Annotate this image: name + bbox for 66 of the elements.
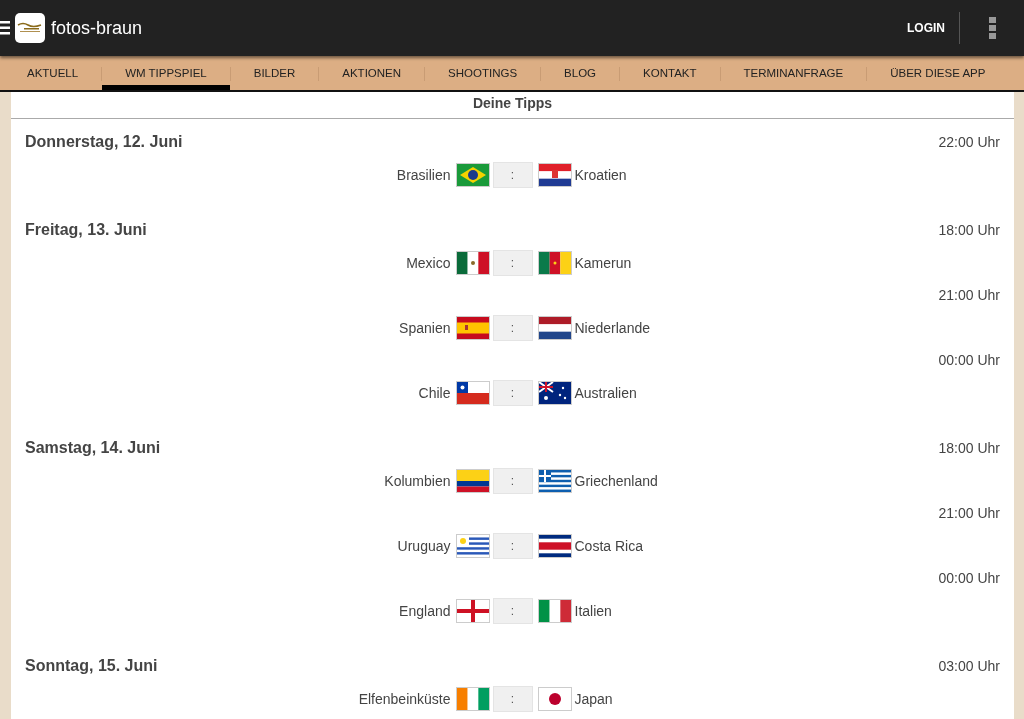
app-title: fotos-braun	[51, 17, 143, 39]
match-time: 21:00 Uhr	[938, 505, 1000, 521]
nav-tab[interactable]: ÜBER DIESE APP	[867, 56, 1009, 90]
nav-tab[interactable]: AKTIONEN	[319, 56, 425, 90]
flag-icon	[537, 534, 572, 558]
flag-icon	[537, 163, 572, 187]
flag-icon	[537, 251, 572, 275]
team-name: England	[399, 603, 451, 619]
team-name: Griechenland	[574, 473, 658, 489]
match-time: 00:00 Uhr	[938, 570, 1000, 586]
score-field[interactable]: :	[492, 598, 533, 624]
logo-icon	[15, 13, 45, 43]
team-name: Niederlande	[574, 320, 650, 336]
team-name: Italien	[574, 603, 612, 619]
score-field[interactable]: :	[492, 533, 533, 559]
team-name: Uruguay	[397, 538, 451, 554]
nav-tab[interactable]: KONTAKT	[620, 56, 720, 90]
score-field[interactable]: :	[492, 380, 533, 406]
flag-icon	[537, 381, 572, 405]
flag-icon	[455, 469, 490, 493]
match-date: Sonntag, 15. Juni	[25, 657, 158, 675]
panel-title: Deine Tipps	[11, 92, 1014, 119]
team-name: Spanien	[399, 320, 451, 336]
team-name: Mexico	[406, 255, 451, 271]
flag-icon	[455, 251, 490, 275]
score-field[interactable]: :	[492, 250, 533, 276]
flag-icon	[455, 599, 490, 623]
team-name: Australien	[574, 385, 637, 401]
score-field[interactable]: :	[492, 162, 533, 188]
match-time: 21:00 Uhr	[938, 287, 1000, 303]
flag-icon	[455, 163, 490, 187]
match-date: Freitag, 13. Juni	[25, 221, 147, 239]
score-field[interactable]: :	[492, 686, 533, 712]
match-time: 22:00 Uhr	[938, 134, 1000, 150]
nav-tab[interactable]: AKTUELL	[4, 56, 102, 90]
flag-icon	[455, 687, 490, 711]
flag-icon	[537, 316, 572, 340]
flag-icon	[455, 534, 490, 558]
flag-icon	[537, 687, 572, 711]
team-name: Costa Rica	[574, 538, 643, 554]
match-time: 00:00 Uhr	[938, 352, 1000, 368]
nav-tab[interactable]: BILDER	[230, 56, 319, 90]
menu-icon[interactable]	[0, 21, 10, 35]
score-field[interactable]: :	[492, 468, 533, 494]
match-time: 03:00 Uhr	[938, 658, 1000, 674]
team-name: Elfenbeinküste	[358, 691, 451, 707]
score-field[interactable]: :	[492, 315, 533, 341]
nav-tab[interactable]: TERMINANFRAGE	[720, 56, 867, 90]
match-date: Samstag, 14. Juni	[25, 439, 161, 457]
team-name: Japan	[574, 691, 613, 707]
login-button[interactable]: LOGIN	[893, 12, 960, 44]
overflow-menu-icon[interactable]	[989, 17, 996, 39]
match-time: 18:00 Uhr	[938, 222, 1000, 238]
flag-icon	[537, 599, 572, 623]
nav-tab[interactable]: BLOG	[541, 56, 620, 90]
flag-icon	[455, 381, 490, 405]
flag-icon	[455, 316, 490, 340]
team-name: Kroatien	[574, 167, 627, 183]
flag-icon	[537, 469, 572, 493]
team-name: Kolumbien	[384, 473, 451, 489]
team-name: Kamerun	[574, 255, 632, 271]
match-time: 18:00 Uhr	[938, 440, 1000, 456]
team-name: Brasilien	[396, 167, 451, 183]
match-date: Donnerstag, 12. Juni	[25, 133, 183, 151]
nav-tab[interactable]: SHOOTINGS	[425, 56, 541, 90]
team-name: Chile	[418, 385, 451, 401]
